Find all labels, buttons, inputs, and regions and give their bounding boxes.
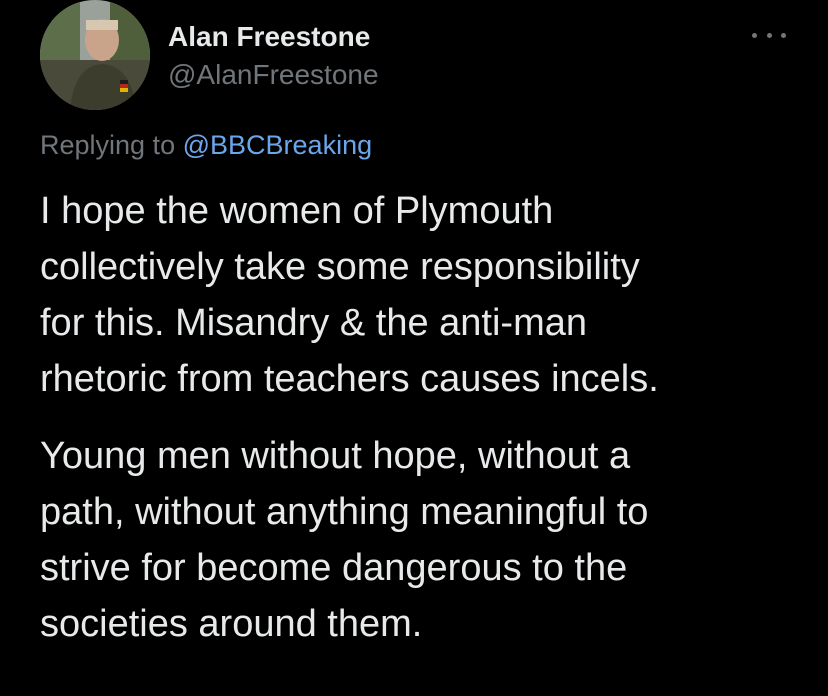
- more-horizontal-icon-dot: [781, 32, 786, 38]
- more-options-button[interactable]: [752, 28, 786, 42]
- tweet-text-line: for this. Misandry & the anti-man: [40, 302, 587, 344]
- avatar-photo: [40, 0, 150, 110]
- author-handle[interactable]: @AlanFreestone: [168, 58, 379, 92]
- tweet-text-line: collectively take some responsibility: [40, 246, 640, 288]
- tweet-text-line: Young men without hope, without a: [40, 435, 631, 477]
- tweet-text-paragraph: Young men without hope, without a path, …: [40, 428, 820, 652]
- tweet-text-line: path, without anything meaningful to: [40, 491, 649, 533]
- tweet-text-line: strive for become dangerous to the: [40, 547, 628, 589]
- more-horizontal-icon-dot: [766, 32, 772, 38]
- tweet-text-line: I hope the women of Plymouth: [40, 190, 554, 232]
- tweet-text-line: societies around them.: [40, 603, 423, 645]
- tweet-text-paragraph: I hope the women of Plymouth collectivel…: [40, 183, 820, 407]
- replying-to-label: Replying to: [40, 130, 176, 160]
- more-horizontal-icon: [752, 32, 757, 38]
- replying-to: Replying to @BBCBreaking: [40, 128, 372, 162]
- tweet-text-line: rhetoric from teachers causes incels.: [40, 358, 659, 400]
- avatar[interactable]: [40, 0, 150, 110]
- tweet: Alan Freestone @AlanFreestone Replying t…: [0, 0, 828, 696]
- author-display-name[interactable]: Alan Freestone: [168, 20, 370, 54]
- reply-mention-link[interactable]: @BBCBreaking: [183, 130, 373, 160]
